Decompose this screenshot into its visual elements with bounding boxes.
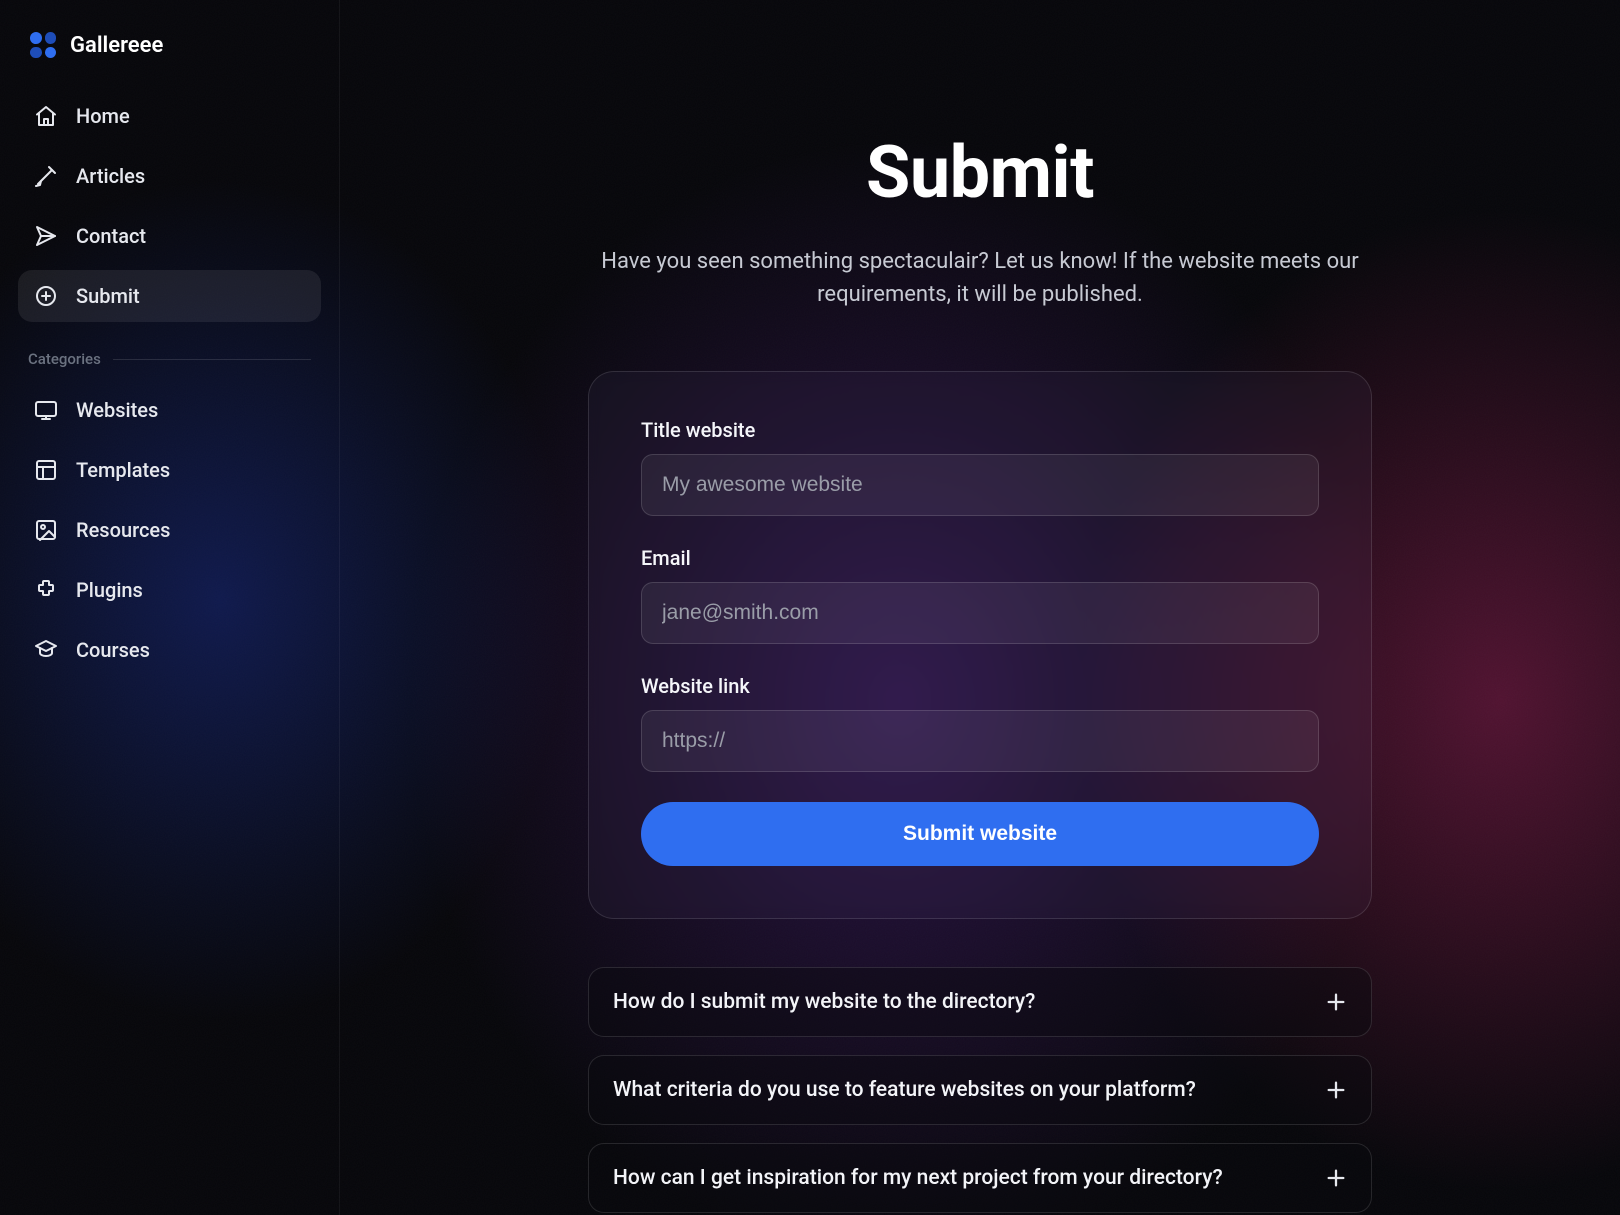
plus-icon [1325,1167,1347,1189]
submit-form-card: Title website Email Website link Submit … [588,371,1372,919]
sidebar-item-resources[interactable]: Resources [18,504,321,556]
sidebar-item-label: Resources [76,518,170,542]
sidebar-item-submit[interactable]: Submit [18,270,321,322]
home-icon [34,104,58,128]
link-label: Website link [641,674,1319,698]
plus-icon [1325,1079,1347,1101]
faq-list: How do I submit my website to the direct… [588,967,1372,1213]
sidebar-item-label: Templates [76,458,170,482]
articles-icon [34,164,58,188]
faq-item[interactable]: How do I submit my website to the direct… [588,967,1372,1037]
sidebar-item-label: Courses [76,638,150,662]
sidebar-categories-header: Categories [18,330,321,376]
brand-name: Gallereee [70,33,163,58]
sidebar-item-label: Contact [76,224,146,248]
sidebar-item-contact[interactable]: Contact [18,210,321,262]
main-content: Submit Have you seen something spectacul… [340,0,1620,1215]
contact-icon [34,224,58,248]
title-label: Title website [641,418,1319,442]
websites-icon [34,398,58,422]
sidebar-item-articles[interactable]: Articles [18,150,321,202]
submit-button[interactable]: Submit website [641,802,1319,866]
title-input[interactable] [641,454,1319,516]
courses-icon [34,638,58,662]
sidebar: Gallereee Home Articles Contact Submit [0,0,340,1215]
sidebar-categories-label: Categories [28,350,101,368]
faq-question: How can I get inspiration for my next pr… [613,1166,1223,1190]
email-label: Email [641,546,1319,570]
brand: Gallereee [18,24,321,82]
sidebar-item-label: Submit [76,284,140,308]
sidebar-item-label: Websites [76,398,158,422]
plugins-icon [34,578,58,602]
templates-icon [34,458,58,482]
email-input[interactable] [641,582,1319,644]
faq-question: What criteria do you use to feature webs… [613,1078,1196,1102]
link-input[interactable] [641,710,1319,772]
faq-item[interactable]: What criteria do you use to feature webs… [588,1055,1372,1125]
brand-logo-icon [30,32,56,58]
sidebar-item-websites[interactable]: Websites [18,384,321,436]
page-title: Submit [866,130,1094,215]
sidebar-item-plugins[interactable]: Plugins [18,564,321,616]
submit-icon [34,284,58,308]
sidebar-item-templates[interactable]: Templates [18,444,321,496]
sidebar-item-label: Articles [76,164,145,188]
sidebar-item-courses[interactable]: Courses [18,624,321,676]
sidebar-item-home[interactable]: Home [18,90,321,142]
resources-icon [34,518,58,542]
faq-item[interactable]: How can I get inspiration for my next pr… [588,1143,1372,1213]
sidebar-item-label: Home [76,104,130,128]
plus-icon [1325,991,1347,1013]
page-subtitle: Have you seen something spectaculair? Le… [590,245,1370,311]
sidebar-item-label: Plugins [76,578,143,602]
faq-question: How do I submit my website to the direct… [613,990,1035,1014]
